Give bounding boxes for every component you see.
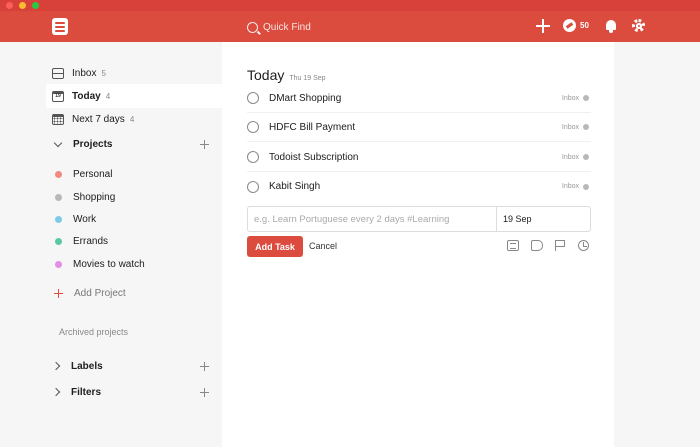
quick-find-label: Quick Find [263,21,311,33]
sidebar-item-count: 4 [129,114,135,124]
labels-section-toggle[interactable]: Labels [51,356,103,376]
flag-icon[interactable] [555,240,565,251]
project-color-dot [55,215,62,223]
project-color-dot [55,193,62,201]
calendar-today-icon: 19 [52,90,64,102]
plus-icon [54,288,63,298]
add-project-label: Add Project [74,287,126,299]
task-row[interactable]: Todoist Subscription Inbox [247,143,591,172]
karma-count: 50 [580,21,589,30]
todoist-logo-icon[interactable] [52,18,68,35]
task-complete-checkbox[interactable] [247,180,259,193]
chevron-right-icon [51,361,61,371]
sidebar-item-count: 4 [105,91,111,101]
close-window-button[interactable] [6,2,13,9]
calendar-day-number: 19 [55,92,61,99]
sidebar-item-project-errands[interactable]: Errands [52,231,108,251]
karma-icon [563,19,576,32]
task-complete-checkbox[interactable] [247,151,259,163]
project-color-dot [583,154,589,160]
task-row[interactable]: DMart Shopping Inbox [247,84,591,113]
sidebar-item-project-personal[interactable]: Personal [52,164,112,184]
projects-section-toggle[interactable]: Projects [52,134,112,154]
task-project[interactable]: Inbox [562,183,579,190]
project-color-dot [583,183,589,190]
project-color-dot [583,124,589,130]
task-row[interactable]: Kabit Singh Inbox [247,172,591,201]
calendar-week-icon [52,113,64,125]
task-complete-checkbox[interactable] [247,121,259,133]
task-editor: 19 Sep [247,206,591,232]
chevron-right-icon [51,387,61,397]
add-label-plus-icon[interactable] [200,362,209,371]
add-project-button[interactable]: Add Project [52,283,126,303]
quick-find-search[interactable]: Quick Find [247,19,311,35]
quick-add-icon[interactable] [536,19,550,33]
bell-icon[interactable] [605,19,617,33]
project-label: Work [73,213,97,225]
due-date-field[interactable]: 19 Sep [496,207,590,231]
sidebar-item-inbox[interactable]: Inbox 5 [52,63,106,83]
label-icon[interactable] [531,240,543,251]
task-project[interactable]: Inbox [562,154,579,161]
sidebar-item-label: Inbox [72,67,97,79]
task-name[interactable]: HDFC Bill Payment [269,122,562,133]
zoom-window-button[interactable] [32,2,39,9]
task-project[interactable]: Inbox [562,95,579,102]
chevron-down-icon [53,138,63,147]
projects-header: Projects [73,138,113,150]
sidebar-item-label: Today [72,90,101,102]
search-icon [247,21,258,33]
gear-icon[interactable] [632,19,645,32]
project-label: Shopping [73,191,116,203]
cancel-button[interactable]: Cancel [309,241,337,251]
task-row[interactable]: HDFC Bill Payment Inbox [247,113,591,142]
task-name[interactable]: Kabit Singh [269,181,562,192]
filters-section-toggle[interactable]: Filters [51,382,102,402]
add-project-plus-icon[interactable] [200,140,209,149]
project-color-dot [55,170,62,178]
project-color-dot [583,95,589,101]
add-filter-plus-icon[interactable] [200,388,209,397]
archived-projects-link[interactable]: Archived projects [59,327,128,337]
top-bar: Quick Find 50 [0,11,700,42]
page-title: Today [247,67,285,83]
karma-button[interactable]: 50 [563,19,589,32]
page-heading: Today Thu 19 Sep [247,67,326,83]
labels-header: Labels [71,360,103,372]
inbox-icon [52,67,64,79]
project-label: Movies to watch [73,258,145,270]
minimize-window-button[interactable] [19,2,26,9]
task-name[interactable]: DMart Shopping [269,93,562,104]
main-content: Today Thu 19 Sep DMart Shopping Inbox HD… [222,42,614,447]
project-color-dot [55,260,62,268]
sidebar-item-next-7-days[interactable]: Next 7 days 4 [52,109,134,129]
task-name[interactable]: Todoist Subscription [269,152,562,163]
add-task-button[interactable]: Add Task [247,236,303,257]
sidebar-item-project-movies-to-watch[interactable]: Movies to watch [52,254,145,274]
page-date: Thu 19 Sep [289,75,326,82]
sidebar-item-project-shopping[interactable]: Shopping [52,187,115,207]
project-color-dot [55,237,62,245]
project-label: Personal [73,168,113,180]
sidebar-item-label: Next 7 days [72,113,125,125]
sidebar-item-today[interactable]: 19 Today 4 [52,86,110,106]
task-project[interactable]: Inbox [562,124,579,131]
sidebar: Inbox 5 19 Today 4 Next 7 days 4 Project… [0,42,222,447]
right-gutter [614,42,700,447]
filters-header: Filters [71,386,102,398]
project-label: Errands [73,235,109,247]
task-complete-checkbox[interactable] [247,92,259,104]
alarm-clock-icon[interactable] [578,240,589,251]
task-content-input[interactable] [248,207,496,231]
project-picker-icon[interactable] [507,240,519,251]
sidebar-item-count: 5 [101,68,106,78]
window-titlebar [0,0,700,11]
sidebar-item-project-work[interactable]: Work [52,209,96,229]
